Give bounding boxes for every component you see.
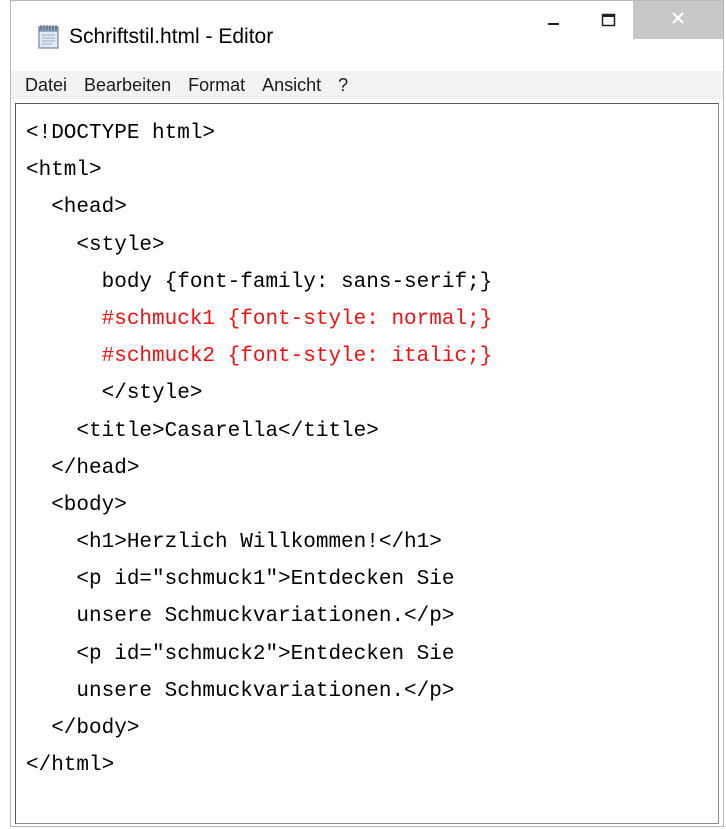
close-icon: [671, 11, 685, 30]
menu-ansicht[interactable]: Ansicht: [262, 71, 321, 99]
code-line: <html>: [26, 159, 102, 183]
code-line-highlighted: #schmuck2 {font-style: italic;}: [26, 345, 493, 369]
code-line: unsere Schmuckvariationen.</p>: [26, 679, 455, 703]
menu-datei[interactable]: Datei: [25, 71, 67, 99]
menu-bearbeiten[interactable]: Bearbeiten: [84, 71, 171, 99]
code-content[interactable]: <!DOCTYPE html> <html> <head> <style> bod…: [26, 115, 492, 784]
code-line: </style>: [26, 382, 203, 406]
window-title: Schriftstil.html - Editor: [69, 25, 274, 48]
code-line: </html>: [26, 754, 115, 778]
menu-help[interactable]: ?: [338, 71, 348, 99]
code-line: </head>: [26, 456, 140, 480]
minimize-button[interactable]: [523, 1, 585, 45]
maximize-button[interactable]: [585, 1, 633, 45]
code-line: <p id="schmuck1">Entdecken Sie: [26, 568, 455, 592]
code-line: unsere Schmuckvariationen.</p>: [26, 605, 455, 629]
text-editor-area[interactable]: <!DOCTYPE html> <html> <head> <style> bod…: [15, 103, 719, 824]
menu-format[interactable]: Format: [188, 71, 245, 99]
code-line: <title>Casarella</title>: [26, 419, 379, 443]
code-line: <style>: [26, 233, 165, 257]
code-line: </body>: [26, 717, 140, 740]
editor-window: Schriftstil.html - Editor Datei Bearbeit…: [10, 0, 724, 827]
menu-bar: Datei Bearbeiten Format Ansicht ?: [11, 71, 723, 99]
notepad-icon[interactable]: [35, 23, 61, 49]
code-line: <h1>Herzlich Willkommen!</h1>: [26, 531, 442, 555]
code-line: <body>: [26, 493, 127, 517]
code-line: <!DOCTYPE html>: [26, 122, 216, 145]
minimize-icon: [547, 14, 561, 33]
code-line: <head>: [26, 196, 127, 220]
maximize-icon: [601, 13, 617, 34]
close-button[interactable]: [633, 1, 723, 39]
code-line: <p id="schmuck2">Entdecken Sie: [26, 642, 455, 666]
code-line: body {font-family: sans-serif;}: [26, 270, 493, 294]
title-bar[interactable]: Schriftstil.html - Editor: [11, 1, 723, 71]
code-line-highlighted: #schmuck1 {font-style: normal;}: [26, 307, 493, 331]
